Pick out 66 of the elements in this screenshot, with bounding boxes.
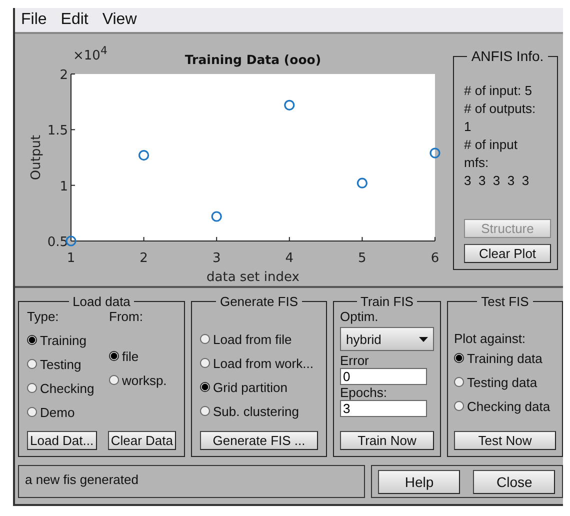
panel-title: Test FIS	[480, 294, 530, 309]
from-label: From:	[109, 309, 144, 324]
optim-dropdown[interactable]: hybrid	[340, 327, 434, 351]
data-point	[430, 148, 440, 158]
panel-title: Generate FIS	[218, 294, 300, 309]
info-text: 3 3 3 3 3	[464, 172, 530, 190]
info-text: # of outputs:	[464, 100, 537, 118]
data-point	[284, 100, 295, 110]
info-text: 1	[464, 118, 472, 136]
epochs-field[interactable]: 3	[340, 400, 427, 417]
radio-option[interactable]: Checking data	[454, 394, 556, 418]
tick-label: 3	[212, 251, 221, 266]
load-button[interactable]: Load Dat...	[27, 431, 97, 450]
menu-item[interactable]: Edit	[60, 11, 88, 29]
radio-option[interactable]: Testing	[27, 352, 103, 376]
radio-option[interactable]: Checking	[27, 376, 103, 400]
x-axis-label: data set index	[206, 270, 300, 285]
tick-label: 1.5	[47, 124, 68, 139]
error-field[interactable]: 0	[340, 368, 427, 385]
status-text: a new fis generated	[18, 465, 365, 498]
radio-option[interactable]: Training data	[454, 346, 556, 370]
radio-option[interactable]: Grid partition	[200, 375, 318, 399]
info-text: # of input	[464, 136, 518, 154]
radio-option[interactable]: file	[109, 344, 167, 368]
tick-label: 1	[66, 251, 76, 266]
dialog-button[interactable]: Help	[378, 470, 460, 494]
menu-item[interactable]: File	[21, 11, 47, 29]
tick-label: 0.5	[47, 235, 68, 250]
data-point	[138, 150, 150, 161]
chart-title: Training Data (ooo)	[184, 52, 322, 67]
optim-label: Optim.	[340, 309, 380, 324]
tick-label: 2	[140, 251, 148, 266]
data-point	[356, 178, 368, 188]
epochs-label: Epochs:	[340, 385, 388, 400]
info-text: # of input: 5	[464, 82, 533, 100]
radio-option[interactable]: Demo	[27, 400, 103, 424]
plot-against-label: Plot against:	[454, 331, 527, 346]
y-axis-label: Output	[29, 134, 44, 180]
panel-title: ANFIS Info.	[470, 48, 545, 64]
radio-option[interactable]: Load from work...	[200, 351, 318, 375]
data-point	[66, 236, 76, 246]
tick-label: 4	[285, 251, 294, 266]
panel-title: Load data	[72, 294, 132, 309]
radio-option[interactable]: Sub. clustering	[200, 399, 318, 423]
panel-title: Train FIS	[360, 294, 414, 309]
type-label: Type:	[27, 309, 60, 324]
generate-button[interactable]: Generate FIS ...	[200, 431, 318, 450]
tick-label: 1	[60, 179, 68, 194]
data-point	[211, 211, 222, 222]
info-text: mfs:	[464, 154, 490, 172]
tick-label: 5	[358, 251, 366, 266]
train-button[interactable]: Train Now	[340, 431, 434, 450]
radio-option[interactable]: Training	[27, 328, 103, 352]
panel-button[interactable]: Clear Plot	[464, 244, 551, 263]
axis-exponent: ×10$^{4}$	[73, 46, 108, 62]
caret-icon	[419, 336, 428, 342]
menu-item[interactable]: View	[102, 11, 137, 29]
test-button[interactable]: Test Now	[454, 431, 556, 450]
tick-label: 6	[430, 251, 440, 266]
radio-option[interactable]: Load from file	[200, 327, 318, 351]
radio-option[interactable]: worksp.	[109, 368, 167, 392]
dialog-button[interactable]: Close	[473, 470, 556, 494]
load-button[interactable]: Clear Data	[108, 431, 176, 450]
radio-option[interactable]: Testing data	[454, 370, 556, 394]
tick-label: 2	[60, 68, 68, 83]
error-label: Error	[340, 353, 370, 368]
